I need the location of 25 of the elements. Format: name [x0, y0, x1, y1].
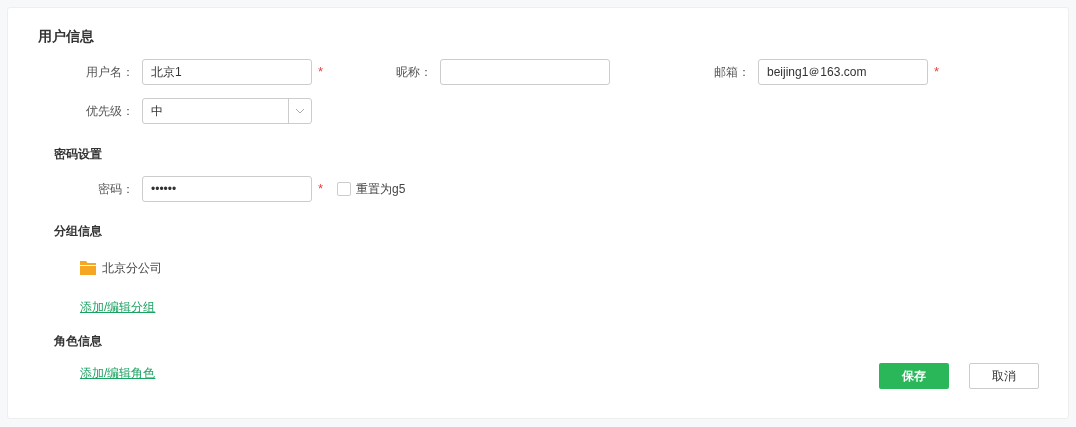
- checkbox-label: 重置为g5: [356, 181, 406, 198]
- checkbox[interactable]: [337, 182, 351, 196]
- field-label: 用户名：: [86, 64, 134, 81]
- input-field[interactable]: beijing1＠163.com: [758, 59, 928, 85]
- group-name: 北京分公司: [102, 260, 162, 277]
- required-mark: *: [934, 63, 940, 81]
- section-title: 密码设置: [54, 146, 102, 163]
- edit-roles-link[interactable]: 添加/编辑角色: [80, 366, 156, 380]
- section-title: 分组信息: [54, 223, 102, 240]
- folder-icon: [80, 261, 96, 275]
- cancel-button[interactable]: 取消: [969, 363, 1039, 389]
- field-label: 邮箱：: [714, 64, 750, 81]
- section-title: 角色信息: [54, 333, 102, 350]
- edit-groups-link[interactable]: 添加/编辑分组: [80, 300, 156, 314]
- priority-select[interactable]: 中: [142, 98, 312, 124]
- input-field[interactable]: ••••••: [142, 176, 312, 202]
- chevron-down-icon: [295, 108, 305, 114]
- required-mark: *: [318, 180, 324, 198]
- field-label: 昵称：: [396, 64, 432, 81]
- input-field[interactable]: [440, 59, 610, 85]
- required-mark: *: [318, 63, 324, 81]
- section-title: 用户信息: [38, 27, 94, 46]
- field-label: 优先级：: [86, 103, 134, 120]
- input-field[interactable]: 北京1: [142, 59, 312, 85]
- field-label: 密码：: [98, 181, 134, 198]
